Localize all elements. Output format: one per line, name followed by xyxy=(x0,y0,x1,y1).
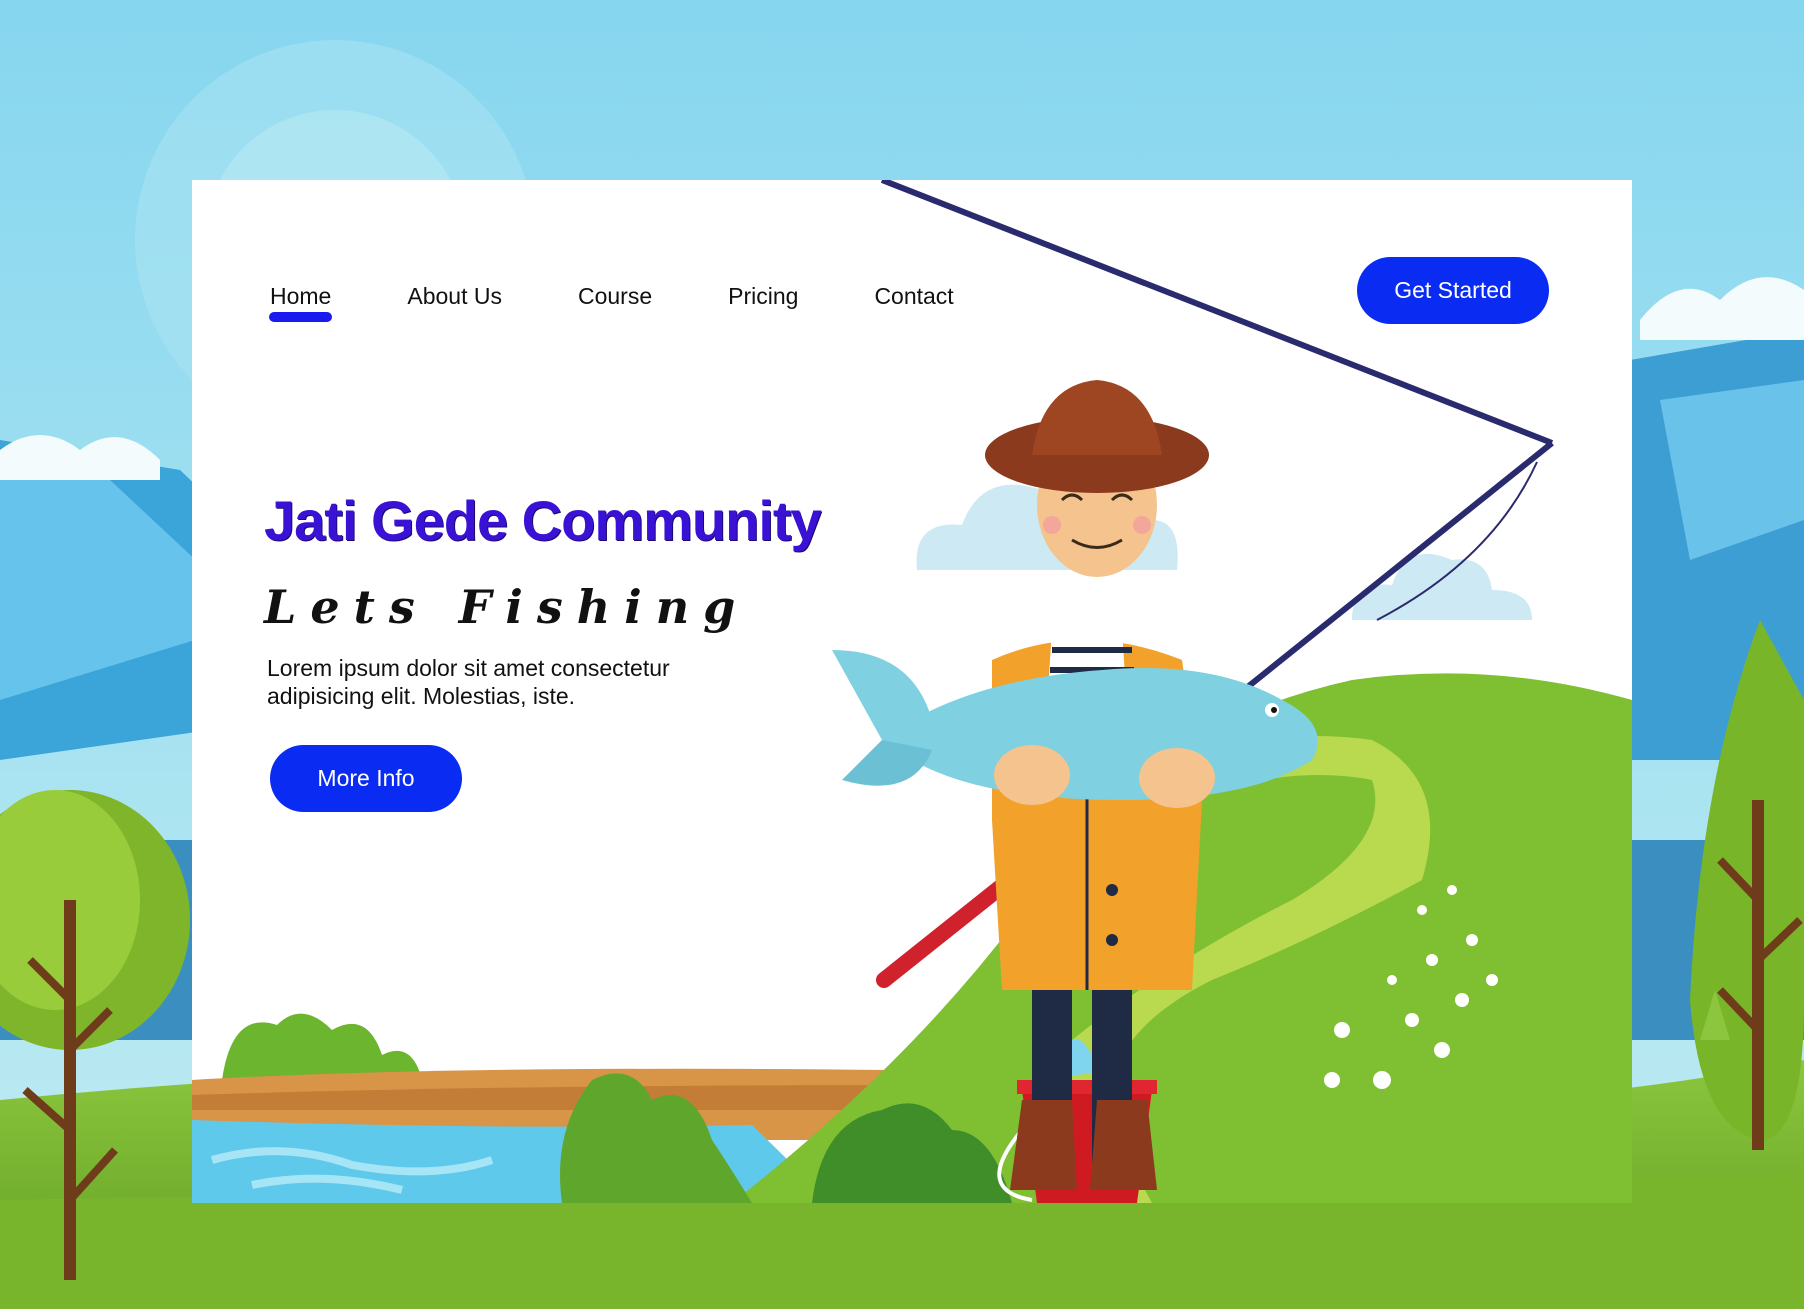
hero-title: Jati Gede Community xyxy=(264,489,822,552)
nav-item-about-us[interactable]: About Us xyxy=(407,283,502,310)
more-info-button[interactable]: More Info xyxy=(270,745,462,812)
fish-icon xyxy=(882,668,1318,800)
bush-icon xyxy=(222,1013,422,1080)
nav-item-pricing[interactable]: Pricing xyxy=(728,283,798,310)
landing-card: Home About Us Course Pricing Contact Get… xyxy=(192,180,1632,1203)
get-started-button[interactable]: Get Started xyxy=(1357,257,1549,324)
hero-subtitle: Lets Fishing xyxy=(264,580,750,634)
hero-description: Lorem ipsum dolor sit amet consectetur a… xyxy=(267,655,670,709)
nav-item-contact[interactable]: Contact xyxy=(874,283,953,310)
nav-item-home[interactable]: Home xyxy=(268,283,333,322)
main-nav: Home About Us Course Pricing Contact xyxy=(268,276,1030,322)
nav-item-course[interactable]: Course xyxy=(578,283,652,310)
